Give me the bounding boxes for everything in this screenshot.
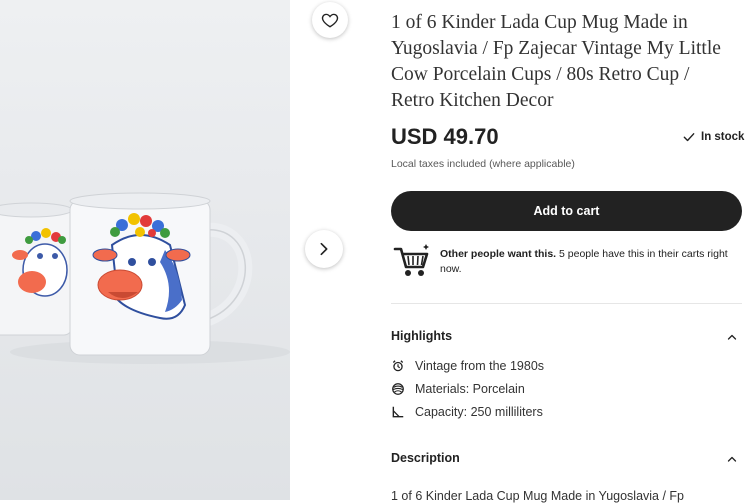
chevron-up-icon[interactable] [726, 453, 738, 465]
highlights-heading[interactable]: Highlights [391, 329, 452, 343]
photo-gutter [290, 0, 305, 500]
highlight-vintage: Vintage from the 1980s [391, 359, 544, 373]
mug-illustration [0, 192, 290, 364]
back-mug [0, 202, 73, 336]
check-icon [683, 133, 695, 142]
demand-text: Other people want this. 5 people have th… [440, 247, 740, 277]
demand-bold: Other people want this. [440, 248, 557, 260]
highlight-label: Capacity: 250 milliliters [415, 405, 543, 419]
shopping-cart-icon [393, 244, 429, 276]
add-to-cart-button[interactable]: Add to cart [391, 191, 742, 231]
product-photo[interactable] [0, 0, 290, 500]
product-price: USD 49.70 [391, 124, 499, 149]
chevron-up-icon[interactable] [726, 331, 738, 343]
favorite-button[interactable] [312, 2, 348, 38]
demand-notice: Other people want this. 5 people have th… [393, 243, 743, 283]
taxes-note: Local taxes included (where applicable) [391, 158, 575, 170]
material-icon [392, 383, 404, 395]
chevron-right-icon [320, 242, 328, 256]
description-text: 1 of 6 Kinder Lada Cup Mug Made in Yugos… [391, 489, 685, 503]
front-mug [69, 192, 253, 356]
highlight-label: Materials: Porcelain [415, 382, 525, 396]
highlight-label: Vintage from the 1980s [415, 359, 545, 373]
stock-label: In stock [701, 131, 745, 143]
stock-status: In stock [682, 130, 744, 144]
description-heading[interactable]: Description [391, 451, 460, 465]
capacity-icon [392, 406, 404, 418]
highlight-capacity: Capacity: 250 milliliters [391, 405, 543, 419]
next-image-button[interactable] [305, 230, 343, 268]
highlight-materials: Materials: Porcelain [391, 382, 525, 396]
section-divider [391, 303, 742, 304]
vintage-icon [392, 360, 404, 372]
heart-icon [321, 13, 339, 28]
product-title: 1 of 6 Kinder Lada Cup Mug Made in Yugos… [391, 12, 721, 111]
